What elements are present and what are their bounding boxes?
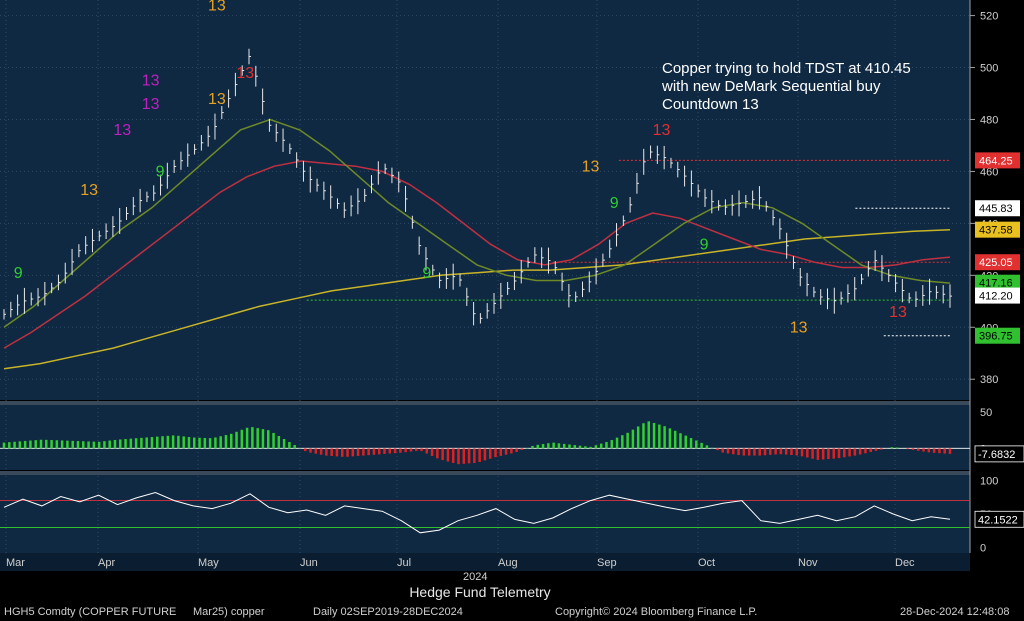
- demark-marker: 13: [142, 96, 160, 113]
- chart-annotation: Copper trying to hold TDST at 410.45 wit…: [662, 60, 911, 113]
- demark-marker: 9: [700, 236, 709, 253]
- x-tick-label: Nov: [798, 557, 818, 569]
- price-label-text: 425.05: [979, 257, 1013, 269]
- x-tick-label: Aug: [498, 557, 518, 569]
- panel-divider-2: [0, 471, 970, 475]
- macd-tick-label: 50: [980, 407, 992, 419]
- x-tick-label: Dec: [895, 557, 915, 569]
- demark-marker: 9: [156, 164, 165, 181]
- x-tick-label: Mar: [6, 557, 25, 569]
- rsi-panel: [0, 475, 970, 553]
- y-tick-label: 480: [980, 114, 998, 126]
- price-label-text: 464.25: [979, 155, 1013, 167]
- watermark-text: Hedge Fund Telemetry: [409, 584, 551, 600]
- copyright-text: Copyright© 2024 Bloomberg Finance L.P.: [555, 606, 758, 618]
- demark-marker: 13: [790, 319, 808, 336]
- x-tick-label: Jun: [300, 557, 318, 569]
- demark-marker: 13: [653, 122, 671, 139]
- demark-marker: 13: [208, 91, 226, 108]
- rsi-tick-label: 0: [980, 543, 986, 555]
- frequency-range: Daily 02SEP2019-28DEC2024: [313, 606, 463, 618]
- panel-divider-1: [0, 401, 970, 405]
- demark-marker: 13: [142, 73, 160, 90]
- price-label-text: 445.83: [979, 203, 1013, 215]
- year-label: 2024: [463, 571, 488, 583]
- demark-marker: 13: [236, 65, 254, 82]
- x-tick-label: Oct: [698, 557, 715, 569]
- contract-name: Mar25) copper: [193, 606, 265, 618]
- y-tick-label: 500: [980, 63, 998, 75]
- rsi-tick-label: 100: [980, 475, 998, 487]
- demark-marker: 9: [610, 195, 619, 212]
- demark-marker: 9: [14, 265, 23, 282]
- footer-bar: HGH5 Comdty (COPPER FUTURE Mar25) copper…: [0, 602, 1024, 621]
- instrument-name: HGH5 Comdty (COPPER FUTURE: [4, 606, 177, 618]
- demark-marker: 13: [582, 158, 600, 175]
- macd-value-text: -7.6832: [978, 449, 1015, 461]
- y-tick-label: 520: [980, 11, 998, 23]
- x-tick-label: Sep: [597, 557, 617, 569]
- x-tick-label: Apr: [98, 557, 115, 569]
- x-axis-band: [0, 553, 970, 571]
- demark-marker: 9: [422, 265, 431, 282]
- demark-marker: 13: [80, 182, 98, 199]
- x-tick-label: Jul: [397, 557, 411, 569]
- timestamp-text: 28-Dec-2024 12:48:08: [900, 606, 1010, 618]
- price-label-text: 437.58: [979, 225, 1013, 237]
- demark-marker: 13: [208, 0, 226, 14]
- rsi-value-text: 42.1522: [978, 514, 1018, 526]
- demark-marker: 13: [889, 304, 907, 321]
- price-label-text: 412.20: [979, 291, 1013, 303]
- demark-marker: 13: [113, 122, 131, 139]
- y-tick-label: 380: [980, 374, 998, 386]
- price-label-text: 396.75: [979, 331, 1013, 343]
- x-tick-label: May: [198, 557, 219, 569]
